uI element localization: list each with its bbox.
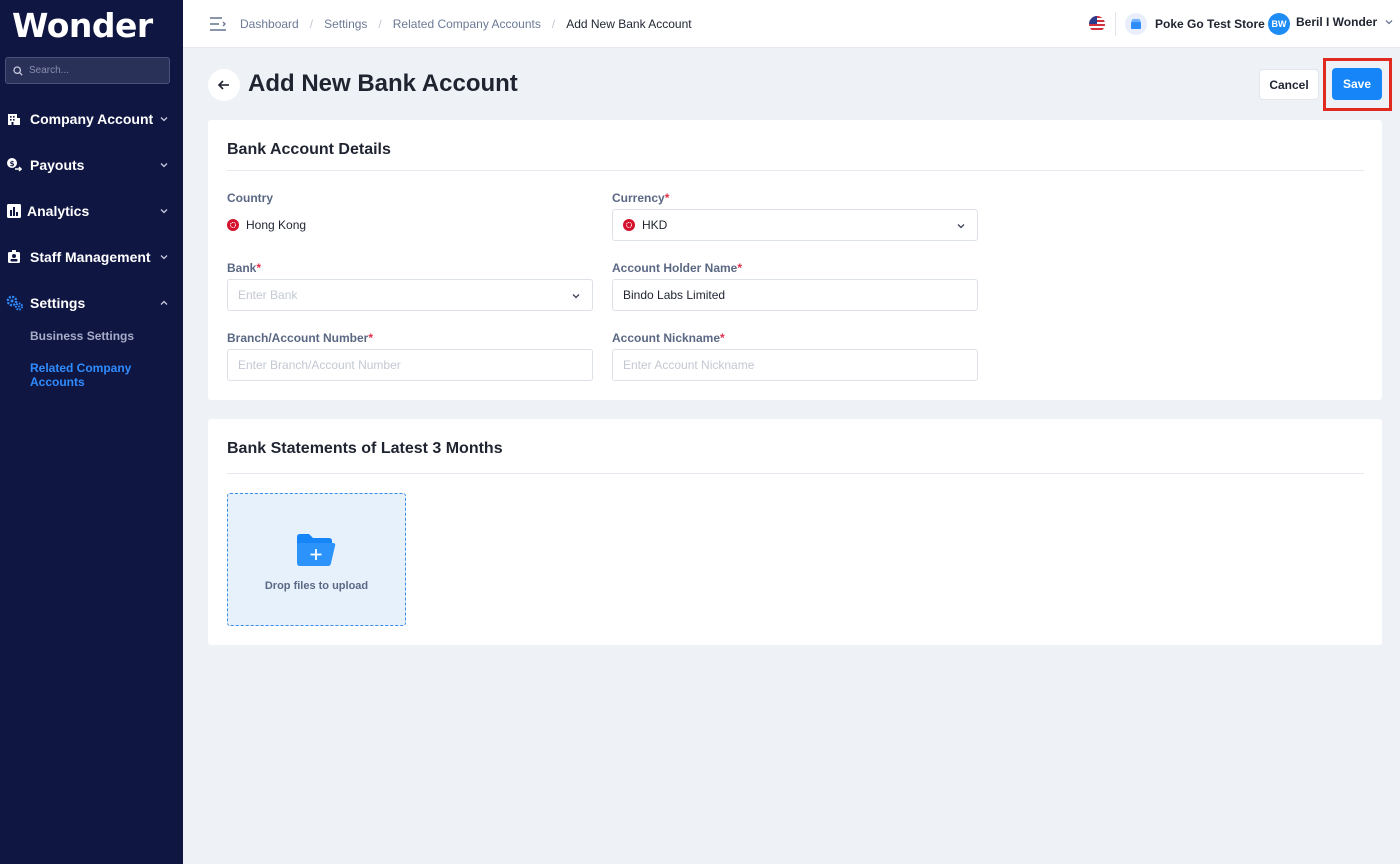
breadcrumb-current: Add New Bank Account: [566, 17, 692, 31]
sidebar-item-payouts[interactable]: $ Payouts: [0, 150, 183, 180]
sidebar-item-analytics[interactable]: Analytics: [0, 196, 183, 226]
topbar-divider: [1115, 12, 1116, 36]
divider: [227, 473, 1364, 474]
label-text: Currency: [612, 191, 665, 205]
breadcrumb-related-company-accounts[interactable]: Related Company Accounts: [393, 17, 541, 31]
account-holder-input[interactable]: [623, 288, 967, 302]
chevron-down-icon: [160, 163, 168, 168]
label-text: Bank: [227, 261, 257, 275]
menu-toggle-icon[interactable]: [209, 15, 227, 33]
divider: [227, 170, 1364, 171]
currency-label: Currency*: [612, 191, 669, 205]
cancel-button[interactable]: Cancel: [1259, 69, 1319, 100]
card-title: Bank Statements of Latest 3 Months: [227, 440, 503, 457]
currency-value: HKD: [642, 218, 668, 232]
building-icon: [6, 111, 22, 127]
search-icon: [13, 65, 23, 76]
bank-details-card: Bank Account Details Country Hong Kong C…: [208, 120, 1382, 400]
sidebar-item-label: Company Account: [30, 111, 154, 127]
sidebar-item-label: Payouts: [30, 157, 85, 173]
sidebar-subitem-related-company-accounts[interactable]: Related Company Accounts: [30, 361, 183, 389]
chevron-down-icon: [160, 255, 168, 260]
user-menu[interactable]: BW Beril I Wonder: [1268, 12, 1394, 36]
bank-statements-card: Bank Statements of Latest 3 Months Drop …: [208, 419, 1382, 645]
country-value: Hong Kong: [227, 218, 306, 232]
avatar: BW: [1268, 13, 1290, 35]
us-flag-icon[interactable]: [1089, 16, 1105, 32]
hong-kong-flag-icon: [623, 219, 635, 231]
account-holder-field[interactable]: [612, 279, 978, 311]
account-nickname-input[interactable]: [623, 358, 967, 372]
breadcrumb-separator: /: [551, 17, 556, 31]
breadcrumb: Dashboard / Settings / Related Company A…: [240, 17, 692, 31]
staff-icon: [6, 249, 22, 265]
store-switcher[interactable]: Poke Go Test Store: [1125, 12, 1265, 36]
sidebar-item-company-account[interactable]: Company Account: [0, 104, 183, 134]
breadcrumb-separator: /: [378, 17, 382, 31]
required-mark: *: [720, 331, 725, 345]
file-dropzone[interactable]: Drop files to upload: [227, 493, 406, 626]
sidebar-subitem-business-settings[interactable]: Business Settings: [30, 329, 134, 343]
account-holder-label: Account Holder Name*: [612, 261, 742, 275]
search-input[interactable]: [29, 65, 159, 76]
chevron-down-icon: [957, 224, 965, 229]
account-nickname-field[interactable]: [612, 349, 978, 381]
sidebar-item-label: Settings: [30, 295, 86, 311]
chevron-down-icon: [160, 117, 168, 122]
chevron-down-icon: [572, 294, 580, 299]
required-mark: *: [256, 261, 262, 275]
sidebar-item-staff-management[interactable]: Staff Management: [0, 242, 183, 272]
hong-kong-flag-icon: [227, 219, 239, 231]
sidebar-item-settings[interactable]: Settings: [0, 288, 183, 318]
country-label: Country: [227, 191, 273, 205]
bar-chart-icon: [6, 203, 22, 219]
chevron-up-icon: [160, 300, 168, 305]
sidebar-search[interactable]: [5, 57, 170, 84]
branch-account-input[interactable]: [238, 358, 582, 372]
page-title: Add New Bank Account: [248, 70, 518, 97]
required-mark: *: [664, 191, 670, 205]
branch-account-label: Branch/Account Number*: [227, 331, 373, 345]
card-title: Bank Account Details: [227, 141, 391, 158]
save-button[interactable]: Save: [1332, 68, 1382, 100]
label-text: Branch/Account Number: [227, 331, 369, 345]
topbar: Dashboard / Settings / Related Company A…: [183, 0, 1400, 48]
sidebar: Wonder Company Account $ Payouts Analyti…: [0, 0, 183, 864]
back-button[interactable]: [208, 69, 240, 101]
store-name: Poke Go Test Store: [1155, 17, 1265, 31]
user-name: Beril I Wonder: [1296, 15, 1378, 29]
svg-text:$: $: [10, 160, 15, 168]
account-nickname-label: Account Nickname*: [612, 331, 725, 345]
required-mark: *: [368, 331, 374, 345]
arrow-left-icon: [217, 80, 229, 90]
sidebar-item-label: Analytics: [27, 203, 90, 219]
breadcrumb-settings[interactable]: Settings: [324, 17, 367, 31]
store-icon: [1125, 13, 1147, 35]
folder-add-icon: [297, 534, 336, 566]
currency-select[interactable]: HKD: [612, 209, 978, 241]
branch-account-field[interactable]: [227, 349, 593, 381]
country-name: Hong Kong: [246, 218, 307, 232]
bank-label: Bank*: [227, 261, 261, 275]
gears-icon: [6, 295, 24, 311]
bank-select[interactable]: [227, 279, 593, 311]
sidebar-item-label: Staff Management: [30, 249, 151, 265]
payout-icon: $: [6, 157, 22, 173]
app-logo: Wonder: [12, 6, 153, 45]
required-mark: *: [737, 261, 743, 275]
breadcrumb-separator: /: [309, 17, 314, 31]
breadcrumb-dashboard[interactable]: Dashboard: [240, 17, 299, 31]
chevron-down-icon: [1385, 20, 1393, 25]
dropzone-label: Drop files to upload: [264, 580, 369, 592]
label-text: Account Holder Name: [612, 261, 738, 275]
bank-input[interactable]: [238, 288, 582, 302]
chevron-down-icon: [160, 209, 168, 214]
label-text: Account Nickname: [612, 331, 721, 345]
